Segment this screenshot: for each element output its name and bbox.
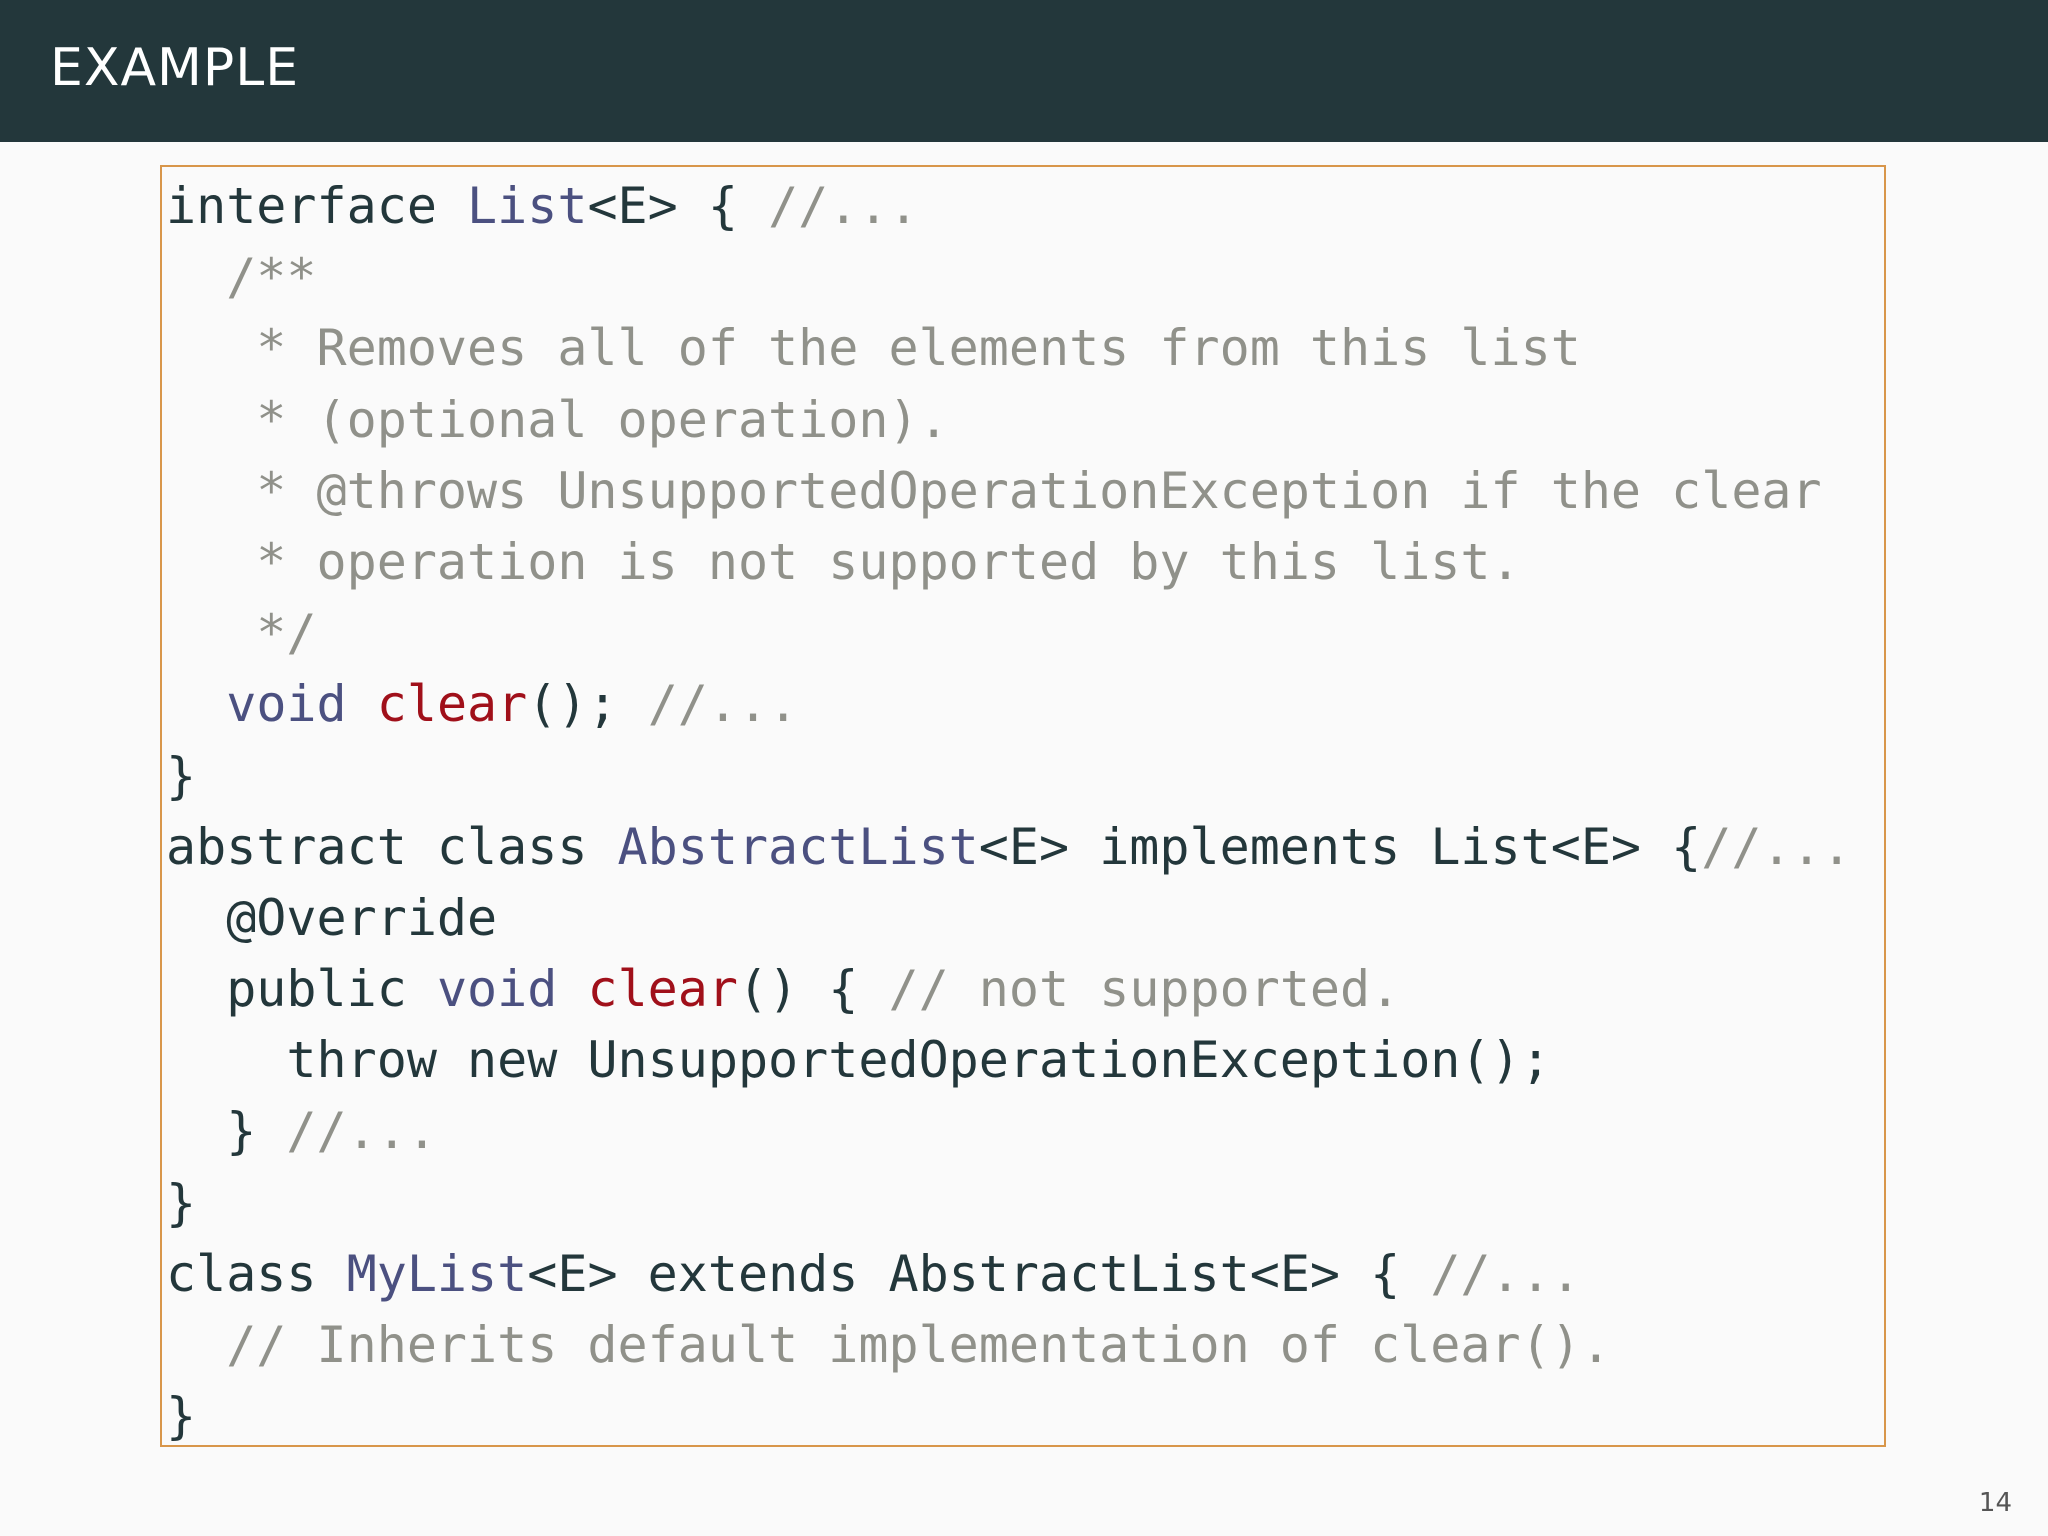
- code-token: <E> extends AbstractList<E> {: [527, 1244, 1431, 1303]
- code-token: abstract class: [166, 817, 618, 876]
- code-line: void clear(); //...: [166, 669, 1852, 740]
- code-block: interface List<E> { //... /** * Removes …: [160, 165, 1886, 1447]
- code-token: // Inherits default implementation of cl…: [166, 1316, 1611, 1374]
- code-line: abstract class AbstractList<E> implement…: [166, 812, 1852, 883]
- code-token: }: [166, 746, 197, 805]
- code-token: //...: [286, 1102, 437, 1161]
- code-line: * operation is not supported by this lis…: [166, 527, 1852, 598]
- code-line: * @throws UnsupportedOperationException …: [166, 456, 1852, 527]
- code-token: clear: [587, 960, 738, 1019]
- code-token: /**: [166, 248, 317, 307]
- code-token: * (optional operation).: [166, 390, 949, 449]
- code-token: () {: [737, 960, 889, 1019]
- slide-title: EXAMPLE: [50, 38, 300, 98]
- code-line: throw new UnsupportedOperationException(…: [166, 1025, 1852, 1096]
- code-line: * Removes all of the elements from this …: [166, 313, 1852, 384]
- code-line: }: [166, 1381, 1852, 1446]
- code-token: void: [436, 960, 558, 1019]
- code-token: List: [467, 177, 588, 235]
- code-token: public: [166, 960, 437, 1019]
- code-token: //...: [768, 177, 919, 235]
- code-line: }: [166, 1168, 1852, 1239]
- code-token: MyList: [346, 1244, 528, 1303]
- code-listing: interface List<E> { //... /** * Removes …: [166, 171, 1852, 1446]
- code-line: public void clear() { // not supported.: [166, 954, 1852, 1025]
- code-token: <E> implements List<E> {: [978, 817, 1702, 876]
- code-token: class: [166, 1244, 347, 1303]
- code-token: */: [166, 604, 317, 663]
- code-token: ();: [527, 675, 648, 734]
- code-token: //...: [1430, 1244, 1581, 1303]
- code-token: }: [166, 1387, 197, 1446]
- code-line: * (optional operation).: [166, 385, 1852, 456]
- code-line: /**: [166, 242, 1852, 313]
- slide-header: EXAMPLE: [0, 0, 2048, 142]
- code-line: } //...: [166, 1096, 1852, 1167]
- code-line: interface List<E> { //...: [166, 171, 1852, 242]
- code-token: }: [166, 1102, 287, 1161]
- code-token: void: [226, 675, 347, 734]
- code-token: * Removes all of the elements from this …: [166, 319, 1581, 378]
- code-token: throw new UnsupportedOperationException(…: [166, 1031, 1551, 1090]
- slide: EXAMPLE interface List<E> { //... /** * …: [0, 0, 2048, 1536]
- code-token: <E> {: [587, 177, 769, 235]
- code-token: interface: [166, 177, 468, 235]
- code-line: // Inherits default implementation of cl…: [166, 1310, 1852, 1381]
- code-token: clear: [376, 675, 528, 734]
- code-token: }: [166, 1173, 197, 1232]
- code-token: @Override: [166, 888, 498, 947]
- code-token: AbstractList: [617, 817, 979, 876]
- code-token: //...: [647, 675, 799, 734]
- code-line: }: [166, 741, 1852, 812]
- page-number: 14: [1978, 1488, 2012, 1518]
- code-token: * @throws UnsupportedOperationException …: [166, 461, 1822, 520]
- code-token: // not supported.: [888, 960, 1401, 1019]
- code-line: class MyList<E> extends AbstractList<E> …: [166, 1239, 1852, 1310]
- code-line: @Override: [166, 883, 1852, 954]
- code-line: */: [166, 598, 1852, 669]
- code-token: * operation is not supported by this lis…: [166, 532, 1521, 591]
- code-token: //...: [1701, 817, 1852, 876]
